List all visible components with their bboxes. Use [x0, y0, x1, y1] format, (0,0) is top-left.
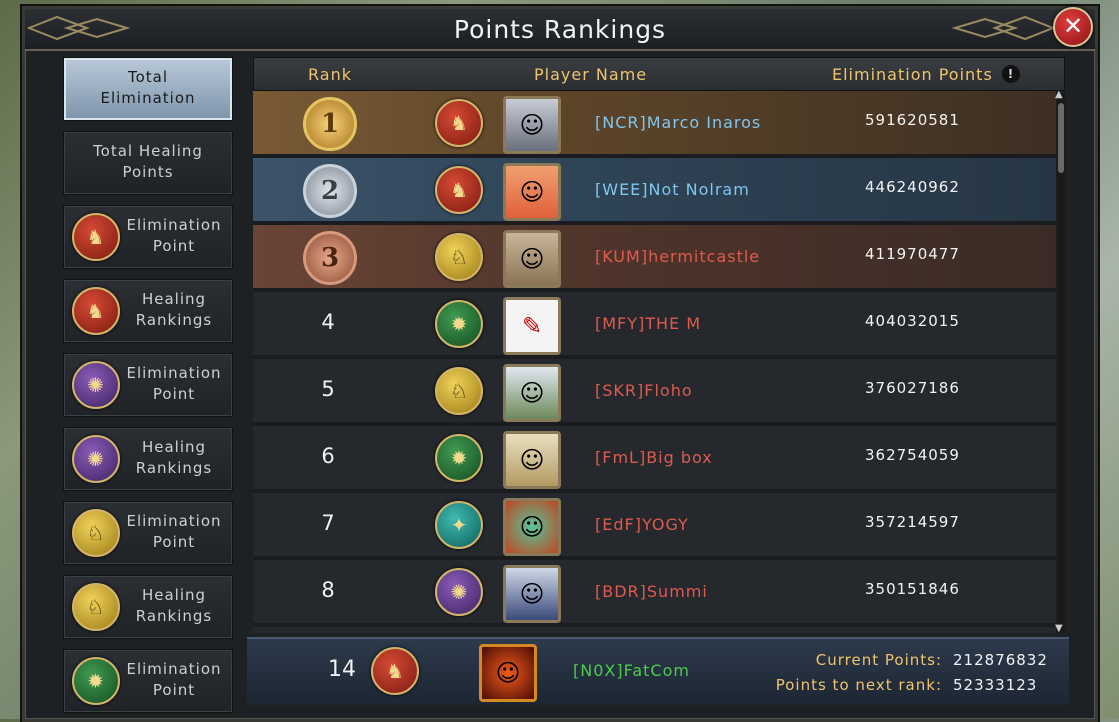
- player-points: 446240962: [865, 178, 960, 196]
- avatar[interactable]: ☺: [503, 364, 561, 422]
- avatar[interactable]: ☺: [503, 230, 561, 288]
- sidebar: Total Elimination Total Healing Points ♞…: [61, 57, 237, 713]
- avatar[interactable]: ☺: [503, 96, 561, 154]
- sun-icon: ✹: [435, 300, 483, 348]
- rank-number: 7: [321, 511, 335, 535]
- player-name: [NCR]Marco Inaros: [595, 113, 762, 132]
- rank-number: 4: [321, 310, 335, 334]
- table-header: Rank Player Name Elimination Points !: [253, 57, 1065, 91]
- scroll-up-icon[interactable]: ▲: [1055, 89, 1063, 100]
- sidebar-item-dragon-healing[interactable]: ✺ Healing Rankings: [63, 427, 233, 491]
- dragon-icon: ✺: [435, 568, 483, 616]
- scrollbar-thumb[interactable]: [1058, 103, 1064, 173]
- info-icon[interactable]: !: [1002, 65, 1020, 83]
- player-name: [KUM]hermitcastle: [595, 247, 761, 266]
- avatar[interactable]: ☺: [479, 644, 537, 702]
- table-row[interactable]: 7 ✦ ☺ [EdF]YOGY 357214597: [253, 493, 1056, 560]
- dragon-icon: ✺: [72, 361, 120, 409]
- player-name: [SKR]Floho: [595, 381, 693, 400]
- col-rank: Rank: [308, 65, 352, 84]
- my-rank-bar: 14 ♞ ☺ [N0X]FatCom Current Points: 21287…: [247, 637, 1069, 705]
- wolf-icon: ♘: [72, 509, 120, 557]
- rankings-list: 1 ♞ ☺ [NCR]Marco Inaros 591620581 2 ♞ ☺ …: [253, 91, 1056, 633]
- sidebar-item-lion-elimination[interactable]: ♞ Elimination Point: [63, 205, 233, 269]
- avatar[interactable]: ☺: [503, 565, 561, 623]
- player-points: 591620581: [865, 111, 960, 129]
- rank-number: 6: [321, 444, 335, 468]
- col-elimination-points: Elimination Points: [832, 65, 993, 84]
- rank-number: 5: [321, 377, 335, 401]
- title-bar: Points Rankings ✕: [25, 7, 1095, 51]
- table-row[interactable]: 2 ♞ ☺ [WEE]Not Nolram 446240962: [253, 158, 1056, 225]
- table-row[interactable]: 1 ♞ ☺ [NCR]Marco Inaros 591620581: [253, 91, 1056, 158]
- sidebar-item-wolf-elimination[interactable]: ♘ Elimination Point: [63, 501, 233, 565]
- player-name: [FmL]Big box: [595, 448, 713, 467]
- next-rank-value: 52333123: [953, 676, 1038, 694]
- lion-icon: ♞: [435, 99, 483, 147]
- table-row[interactable]: 6 ✹ ☺ [FmL]Big box 362754059: [253, 426, 1056, 493]
- lion-icon: ♞: [371, 647, 419, 695]
- lion-icon: ♞: [435, 166, 483, 214]
- player-name: [BDR]Summi: [595, 582, 708, 601]
- sidebar-item-dragon-elimination[interactable]: ✺ Elimination Point: [63, 353, 233, 417]
- current-points-value: 212876832: [953, 651, 1048, 669]
- sun-icon: ✹: [72, 657, 120, 705]
- gold-medal-icon: 1: [303, 97, 357, 151]
- player-points: 357214597: [865, 513, 960, 531]
- my-rank-number: 14: [328, 657, 356, 682]
- avatar[interactable]: ✎: [503, 297, 561, 355]
- wolf-icon: ♘: [435, 367, 483, 415]
- sidebar-item-label: Total Elimination: [100, 68, 196, 107]
- rankings-panel: Points Rankings ✕ Total Elimination Tota…: [22, 6, 1098, 722]
- sun-icon: ✹: [435, 434, 483, 482]
- sidebar-item-total-healing[interactable]: Total Healing Points: [63, 131, 233, 195]
- table-row[interactable]: 4 ✹ ✎ [MFY]THE M 404032015: [253, 292, 1056, 359]
- sidebar-item-lion-healing[interactable]: ♞ Healing Rankings: [63, 279, 233, 343]
- page-title: Points Rankings: [453, 15, 667, 44]
- kraken-icon: ✦: [435, 501, 483, 549]
- scrollbar[interactable]: [1057, 93, 1065, 633]
- close-button[interactable]: ✕: [1053, 7, 1093, 47]
- table-row[interactable]: [253, 627, 1056, 633]
- my-player-name: [N0X]FatCom: [573, 661, 690, 680]
- player-name: [MFY]THE M: [595, 314, 702, 333]
- col-player-name: Player Name: [534, 65, 648, 84]
- player-points: 362754059: [865, 446, 960, 464]
- avatar[interactable]: ☺: [503, 498, 561, 556]
- lion-icon: ♞: [72, 287, 120, 335]
- sidebar-item-sun-elimination[interactable]: ✹ Elimination Point: [63, 649, 233, 713]
- next-rank-label: Points to next rank:: [775, 676, 942, 694]
- wolf-icon: ♘: [72, 583, 120, 631]
- player-points: 411970477: [865, 245, 960, 263]
- wolf-icon: ♘: [435, 233, 483, 281]
- player-points: 376027186: [865, 379, 960, 397]
- scroll-down-icon[interactable]: ▼: [1055, 623, 1063, 634]
- player-points: 350151846: [865, 580, 960, 598]
- table-row[interactable]: 8 ✺ ☺ [BDR]Summi 350151846: [253, 560, 1056, 627]
- sidebar-item-total-elimination[interactable]: Total Elimination: [63, 57, 233, 121]
- rank-number: 8: [321, 578, 335, 602]
- player-name: [EdF]YOGY: [595, 515, 689, 534]
- bronze-medal-icon: 3: [303, 231, 357, 285]
- avatar[interactable]: ☺: [503, 431, 561, 489]
- dragon-icon: ✺: [72, 435, 120, 483]
- player-points: 404032015: [865, 312, 960, 330]
- table-row[interactable]: 3 ♘ ☺ [KUM]hermitcastle 411970477: [253, 225, 1056, 292]
- current-points-label: Current Points:: [815, 651, 942, 669]
- avatar[interactable]: ☺: [503, 163, 561, 221]
- sidebar-item-wolf-healing[interactable]: ♘ Healing Rankings: [63, 575, 233, 639]
- table-row[interactable]: 5 ♘ ☺ [SKR]Floho 376027186: [253, 359, 1056, 426]
- player-name: [WEE]Not Nolram: [595, 180, 750, 199]
- ornament-right-icon: [951, 15, 1055, 41]
- silver-medal-icon: 2: [303, 164, 357, 218]
- sidebar-item-label: Total Healing Points: [93, 142, 203, 181]
- lion-icon: ♞: [72, 213, 120, 261]
